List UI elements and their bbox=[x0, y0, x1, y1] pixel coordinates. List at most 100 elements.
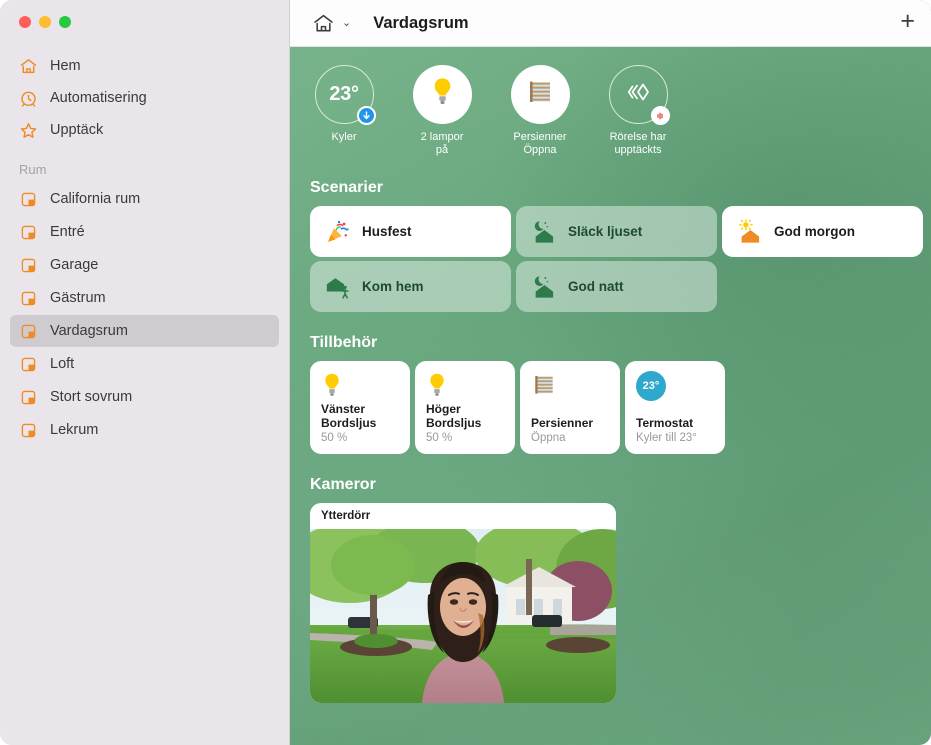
add-button[interactable]: + bbox=[900, 9, 915, 37]
sidebar-item-california-rum[interactable]: California rum bbox=[10, 183, 279, 215]
sidebar-section-title: Rum bbox=[19, 162, 47, 177]
lightbulb-icon bbox=[429, 76, 456, 113]
sidebar-item-label: California rum bbox=[50, 191, 141, 207]
temperature-value: 23° bbox=[329, 83, 359, 105]
blinds-circle bbox=[510, 65, 570, 124]
sidebar-item-vardagsrum[interactable]: Vardagsrum bbox=[10, 315, 279, 347]
clock-icon bbox=[19, 89, 38, 108]
room-icon bbox=[19, 223, 38, 242]
scene-label: God natt bbox=[568, 279, 624, 294]
accessories-grid: Vänster Bordsljus 50 % Höger Bordsljus 5… bbox=[306, 361, 915, 454]
motion-sensor-icon bbox=[623, 77, 653, 112]
room-icon bbox=[19, 421, 38, 440]
room-icon bbox=[19, 289, 38, 308]
chevron-down-icon[interactable]: ⌄ bbox=[342, 17, 351, 29]
sidebar-primary-list: Hem Automatisering Upptäck Rum Californi… bbox=[0, 50, 289, 446]
accessory-card-termostat[interactable]: 23° Termostat Kyler till 23° bbox=[625, 361, 725, 454]
close-button[interactable] bbox=[19, 16, 31, 28]
accessory-card-hoger-bordsljus[interactable]: Höger Bordsljus 50 % bbox=[415, 361, 515, 454]
app-window: Hem Automatisering Upptäck Rum Californi… bbox=[0, 0, 931, 745]
scene-label: Kom hem bbox=[362, 279, 424, 294]
sidebar-item-label: Lekrum bbox=[50, 422, 99, 438]
accessory-status: 50 % bbox=[426, 432, 453, 444]
sidebar-item-loft[interactable]: Loft bbox=[10, 348, 279, 380]
sidebar-item-label: Garage bbox=[50, 257, 99, 273]
scene-label: Husfest bbox=[362, 224, 412, 239]
accessory-status: 50 % bbox=[321, 432, 348, 444]
room-content: 23° Kyler 2 lampor på Persienner Öppna R… bbox=[290, 47, 931, 745]
sidebar-item-hem[interactable]: Hem bbox=[10, 50, 279, 82]
accessory-card-vanster-bordsljus[interactable]: Vänster Bordsljus 50 % bbox=[310, 361, 410, 454]
sidebar-item-label: Entré bbox=[50, 224, 85, 240]
sidebar-item-gastrum[interactable]: Gästrum bbox=[10, 282, 279, 314]
minimize-button[interactable] bbox=[39, 16, 51, 28]
blinds-icon bbox=[531, 371, 609, 403]
scene-card-husfest[interactable]: Husfest bbox=[310, 206, 511, 257]
status-motion[interactable]: Rörelse har upptäckts bbox=[602, 65, 674, 157]
camera-name: Ytterdörr bbox=[321, 510, 371, 522]
scenes-section-title: Scenarier bbox=[310, 179, 383, 196]
status-lights[interactable]: 2 lampor på bbox=[406, 65, 478, 157]
lightbulb-icon bbox=[321, 371, 399, 402]
camera-feed-image bbox=[310, 529, 616, 703]
camera-card-ytterdorr[interactable]: Ytterdörr bbox=[310, 503, 616, 703]
camera-live-view[interactable] bbox=[310, 529, 616, 703]
thermostat-icon: 23° bbox=[636, 371, 714, 403]
sidebar-item-automatisering[interactable]: Automatisering bbox=[10, 82, 279, 114]
toolbar: ⌄ Vardagsrum + bbox=[290, 0, 931, 47]
status-blinds[interactable]: Persienner Öppna bbox=[504, 65, 576, 157]
status-temperature[interactable]: 23° Kyler bbox=[308, 65, 380, 157]
accessory-name: Termostat bbox=[636, 416, 694, 430]
sidebar-item-upptack[interactable]: Upptäck bbox=[10, 114, 279, 146]
status-summary-row: 23° Kyler 2 lampor på Persienner Öppna R… bbox=[306, 65, 915, 157]
status-label: Persienner Öppna bbox=[513, 131, 567, 156]
room-icon bbox=[19, 355, 38, 374]
accessory-card-persienner[interactable]: Persienner Öppna bbox=[520, 361, 620, 454]
status-label: Rörelse har upptäckts bbox=[609, 131, 667, 156]
moon-house-icon bbox=[531, 219, 557, 245]
lightbulb-circle bbox=[412, 65, 472, 124]
cameras-section-title: Kameror bbox=[310, 476, 376, 493]
sidebar-item-label: Vardagsrum bbox=[50, 323, 128, 339]
cooling-arrow-down-badge bbox=[356, 106, 376, 125]
accessory-status: Öppna bbox=[531, 432, 566, 444]
accessory-name: Höger Bordsljus bbox=[426, 402, 482, 430]
sidebar-item-lekrum[interactable]: Lekrum bbox=[10, 414, 279, 446]
room-icon bbox=[19, 322, 38, 341]
sun-house-icon bbox=[737, 218, 763, 245]
moon-house-icon bbox=[531, 274, 557, 300]
sidebar-item-label: Stort sovrum bbox=[50, 389, 133, 405]
motion-detected-badge bbox=[650, 106, 670, 125]
sidebar-item-garage[interactable]: Garage bbox=[10, 249, 279, 281]
house-icon[interactable] bbox=[312, 12, 335, 35]
house-icon bbox=[19, 57, 38, 76]
room-icon bbox=[19, 190, 38, 209]
page-title: Vardagsrum bbox=[373, 13, 469, 32]
star-icon bbox=[19, 121, 38, 140]
scene-card-god-morgon[interactable]: God morgon bbox=[722, 206, 923, 257]
accessory-status: Kyler till 23° bbox=[636, 432, 697, 444]
scene-label: God morgon bbox=[774, 224, 855, 239]
sidebar-item-label: Gästrum bbox=[50, 290, 106, 306]
accessory-name: Vänster Bordsljus bbox=[321, 402, 377, 430]
scene-card-slack-ljuset[interactable]: Släck ljuset bbox=[516, 206, 717, 257]
lightbulb-icon bbox=[426, 371, 504, 402]
sidebar-item-stort-sovrum[interactable]: Stort sovrum bbox=[10, 381, 279, 413]
sidebar: Hem Automatisering Upptäck Rum Californi… bbox=[0, 0, 290, 745]
maximize-button[interactable] bbox=[59, 16, 71, 28]
scene-card-god-natt[interactable]: God natt bbox=[516, 261, 717, 312]
sidebar-item-label: Loft bbox=[50, 356, 75, 372]
sidebar-item-entre[interactable]: Entré bbox=[10, 216, 279, 248]
house-person-icon bbox=[325, 274, 351, 300]
sidebar-item-label: Hem bbox=[50, 58, 81, 74]
scenes-grid: Husfest Släck ljuset God morgon Kom hem … bbox=[306, 206, 923, 312]
sidebar-room-list: California rum Entré Garage Gästrum Vard… bbox=[0, 183, 289, 446]
scene-label: Släck ljuset bbox=[568, 224, 643, 239]
room-icon bbox=[19, 256, 38, 275]
blinds-icon bbox=[525, 77, 555, 112]
sidebar-item-label: Automatisering bbox=[50, 90, 147, 106]
accessories-section-title: Tillbehör bbox=[310, 334, 378, 351]
scene-card-kom-hem[interactable]: Kom hem bbox=[310, 261, 511, 312]
status-label: Kyler bbox=[331, 131, 357, 143]
status-label: 2 lampor på bbox=[420, 131, 464, 156]
